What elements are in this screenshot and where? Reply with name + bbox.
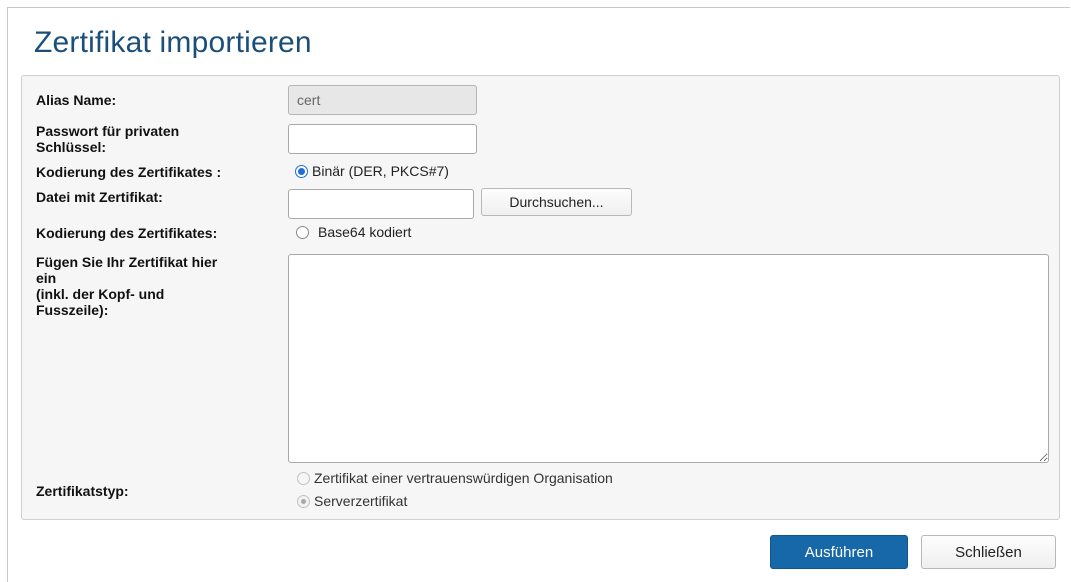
paste-label-line2: ein — [36, 270, 57, 286]
execute-button[interactable]: Ausführen — [770, 535, 908, 569]
cert-type-option-trusted[interactable]: Zertifikat einer vertrauenswürdigen Orga… — [297, 470, 613, 486]
cert-type-label: Zertifikatstyp: — [36, 483, 129, 499]
alias-label: Alias Name: — [36, 92, 117, 108]
encoding-binary-option[interactable]: Binär (DER, PKCS#7) — [295, 163, 449, 179]
encoding-binary-label: Kodierung des Zertifikates : — [36, 164, 222, 180]
binary-radio[interactable] — [295, 164, 308, 178]
trusted-org-radio-label: Zertifikat einer vertrauenswürdigen Orga… — [314, 470, 613, 486]
password-label-line1: Passwort für privaten — [36, 123, 180, 139]
certificate-textarea[interactable] — [288, 254, 1049, 463]
file-input[interactable] — [288, 189, 474, 219]
close-button[interactable]: Schließen — [921, 535, 1056, 569]
browse-button[interactable]: Durchsuchen... — [481, 188, 632, 216]
base64-radio-label: Base64 kodiert — [318, 224, 412, 240]
encoding-base64-option[interactable]: Base64 kodiert — [296, 224, 411, 240]
base64-radio[interactable] — [296, 225, 309, 239]
trusted-org-radio[interactable] — [297, 471, 310, 485]
paste-label-line1: Fügen Sie Ihr Zertifikat hier — [36, 254, 218, 270]
password-label-line2: Schlüssel: — [36, 139, 107, 155]
paste-label: Fügen Sie Ihr Zertifikat hier ein (inkl.… — [36, 254, 217, 318]
password-label: Passwort für privaten Schlüssel: — [36, 123, 179, 155]
dialog-title: Zertifikat importieren — [34, 26, 312, 59]
paste-label-line3: (inkl. der Kopf- und — [36, 286, 165, 302]
cert-type-option-server[interactable]: Serverzertifikat — [297, 493, 407, 509]
encoding-base64-label: Kodierung des Zertifikates: — [36, 225, 218, 241]
file-label: Datei mit Zertifikat: — [36, 189, 163, 205]
paste-label-line4: Fusszeile): — [36, 302, 109, 318]
password-input[interactable] — [288, 124, 477, 154]
server-cert-radio-label: Serverzertifikat — [314, 493, 408, 509]
binary-radio-label: Binär (DER, PKCS#7) — [312, 163, 449, 179]
alias-input — [288, 85, 477, 115]
server-cert-radio[interactable] — [297, 494, 310, 508]
